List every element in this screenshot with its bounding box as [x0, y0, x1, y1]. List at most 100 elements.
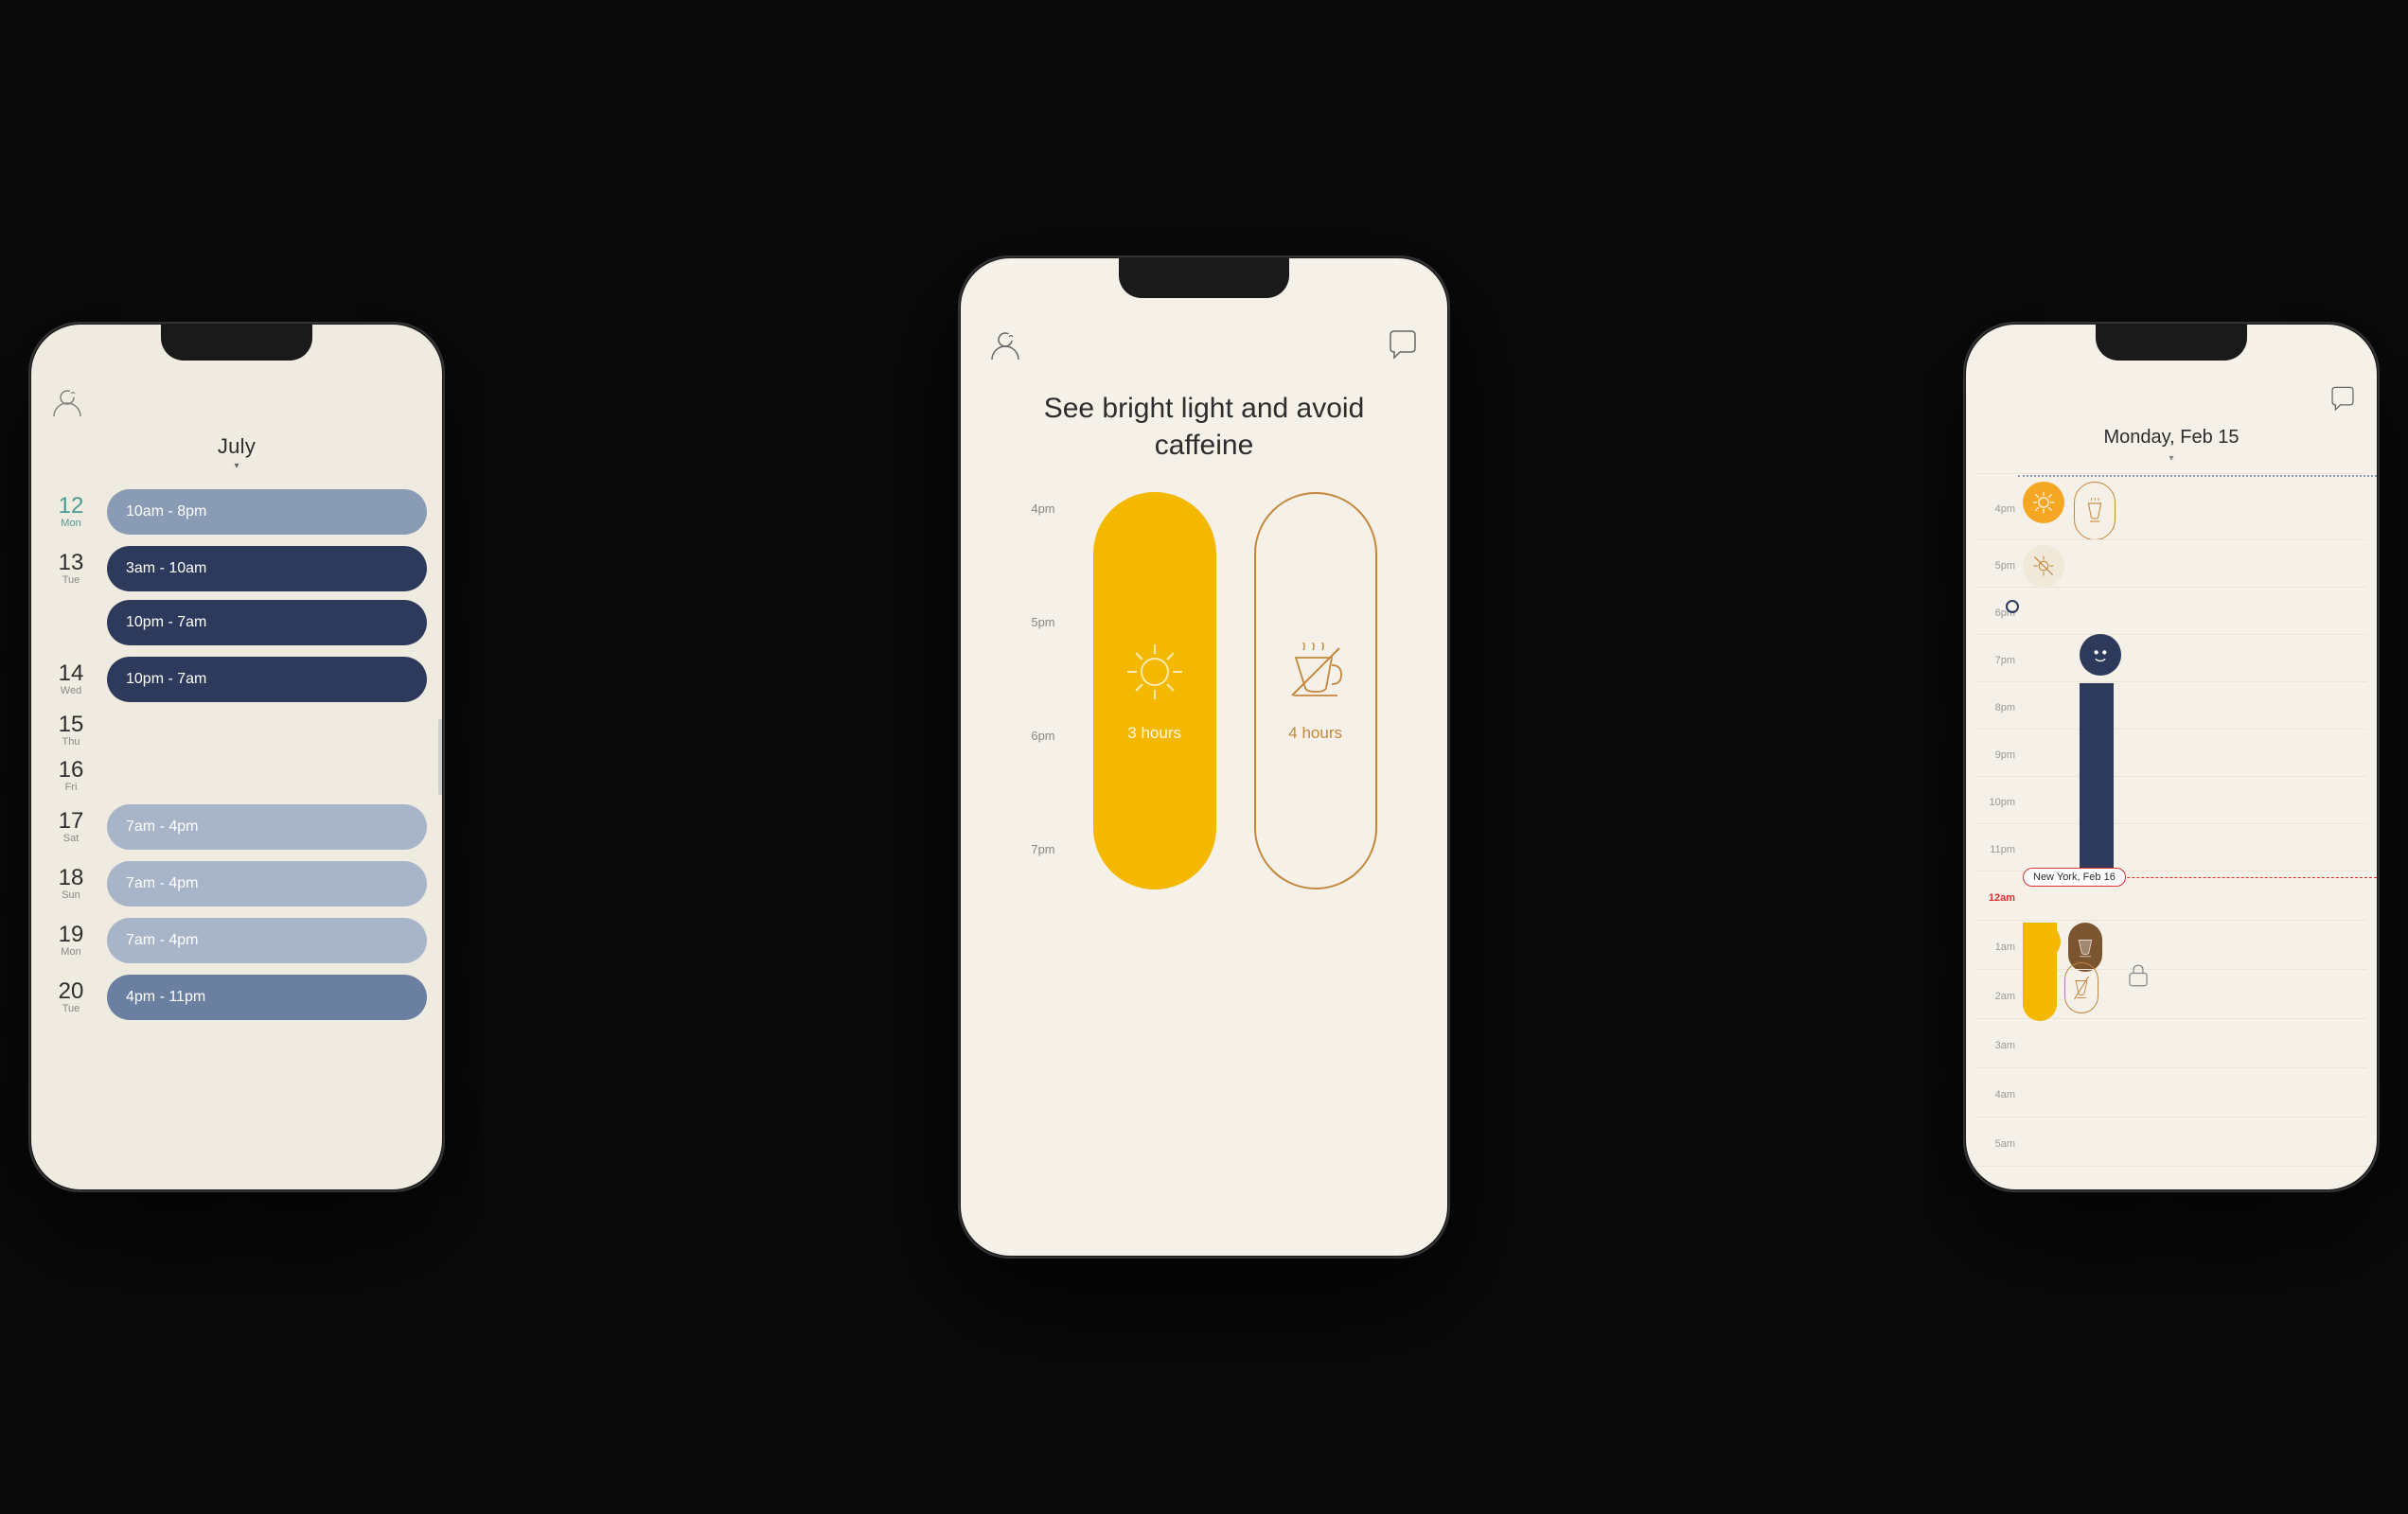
cal-day-label-14: Wed [46, 685, 96, 696]
right-date-chevron[interactable]: ▾ [2169, 453, 2173, 464]
cal-time-19: 7am - 4pm [126, 932, 198, 949]
time-4pm: 4pm [1031, 502, 1054, 615]
rt-time-11pm: 11pm [1975, 840, 2023, 855]
cal-time-13b: 10pm - 7am [126, 614, 206, 631]
right-timeline: 4pm [1966, 473, 2377, 1189]
rt-time-10pm: 10pm [1975, 793, 2023, 808]
rt-time-1am: 1am [1975, 938, 2023, 953]
dotted-line-top [2018, 475, 2377, 477]
chat-icon-right[interactable] [2328, 384, 2358, 414]
cal-row-12[interactable]: 12 Mon 10am - 8pm [31, 484, 442, 540]
cal-day-label-18: Sun [46, 889, 96, 901]
rt-row-7pm: 7pm [1975, 634, 2367, 681]
rt-row-4am: 4am [1975, 1067, 2367, 1117]
cal-date-13: 13 Tue [46, 552, 96, 586]
cal-day-label: Mon [46, 518, 96, 529]
chat-icon[interactable] [1385, 327, 1421, 363]
cal-time-12: 10am - 8pm [126, 503, 206, 520]
month-chevron[interactable]: ▾ [31, 461, 442, 471]
rt-time-7pm: 7pm [1975, 651, 2023, 666]
month-header: July ▾ [31, 425, 442, 476]
rt-row-5am: 5am [1975, 1117, 2367, 1166]
cal-bar-12[interactable]: 10am - 8pm [107, 489, 427, 535]
cal-day-num-17: 17 [46, 810, 96, 833]
cal-day-num-20: 20 [46, 980, 96, 1003]
cal-day-num-14: 14 [46, 662, 96, 685]
avatar-icon [50, 386, 84, 420]
cal-time-17: 7am - 4pm [126, 819, 198, 836]
phone-left: July ▾ 12 Mon 10am - 8pm [28, 322, 445, 1192]
cal-bar-14[interactable]: 10pm - 7am [107, 657, 427, 702]
rt-time-4am: 4am [1975, 1085, 2023, 1100]
cal-day-label-17: Sat [46, 833, 96, 844]
cal-date-17: 17 Sat [46, 810, 96, 844]
cal-day-num-18: 18 [46, 867, 96, 889]
profile-icon[interactable] [987, 327, 1023, 363]
cal-row-13b[interactable]: 10pm - 7am [31, 597, 442, 651]
coffee-pill-label: 4 hours [1288, 724, 1342, 743]
sleep-bar-segment-4 [2080, 825, 2114, 872]
cal-time-18: 7am - 4pm [126, 875, 198, 892]
cal-row-20[interactable]: 20 Tue 4pm - 11pm [31, 969, 442, 1026]
rt-time-4pm: 4pm [1975, 500, 2023, 515]
cal-bar-13b[interactable]: 10pm - 7am [107, 600, 427, 645]
center-title: See bright light and avoid caffeine [961, 371, 1447, 492]
cal-day-num: 12 [46, 495, 96, 518]
cal-day-num-15: 15 [46, 713, 96, 736]
new-york-badge: New York, Feb 16 [2023, 868, 2126, 887]
cal-row-16: 16 Fri [31, 753, 442, 799]
cal-date-12: 12 Mon [46, 495, 96, 529]
rt-time-6am: 6am [1975, 1184, 2023, 1190]
cal-day-num-16: 16 [46, 759, 96, 782]
cal-time-13a: 3am - 10am [126, 560, 206, 577]
notch-left [161, 325, 312, 361]
chart-area: 4pm 5pm 6pm 7pm [961, 492, 1447, 956]
left-content: July ▾ 12 Mon 10am - 8pm [31, 325, 442, 1189]
sleep-face [2080, 634, 2121, 676]
cal-time-14: 10pm - 7am [126, 671, 206, 688]
cal-date-15: 15 Thu [46, 713, 96, 748]
coffee-icon [1283, 639, 1349, 705]
cal-day-label-15: Thu [46, 736, 96, 748]
rt-row-3am: 3am [1975, 1018, 2367, 1067]
sleep-dot [2006, 600, 2019, 613]
scroll-indicator [438, 719, 442, 795]
rt-row-6pm: 6pm [1975, 587, 2367, 634]
notch-center [1119, 258, 1289, 298]
yellow-bar [2023, 923, 2057, 1021]
cal-bar-19[interactable]: 7am - 4pm [107, 918, 427, 963]
cal-bar-18[interactable]: 7am - 4pm [107, 861, 427, 907]
cal-day-label-13: Tue [46, 574, 96, 586]
cal-row-14[interactable]: 14 Wed 10pm - 7am [31, 651, 442, 708]
rt-row-4pm: 4pm [1975, 473, 2367, 539]
sun-icon [1122, 639, 1188, 705]
sun-pill-label: 3 hours [1127, 724, 1181, 743]
cal-row-15: 15 Thu [31, 708, 442, 753]
cal-bar-20[interactable]: 4pm - 11pm [107, 975, 427, 1020]
cal-day-label-16: Fri [46, 782, 96, 793]
cal-row-18[interactable]: 18 Sun 7am - 4pm [31, 855, 442, 912]
cal-row-13a[interactable]: 13 Tue 3am - 10am [31, 540, 442, 597]
rt-time-3am: 3am [1975, 1036, 2023, 1051]
cal-row-17[interactable]: 17 Sat 7am - 4pm [31, 799, 442, 855]
time-5pm: 5pm [1031, 615, 1054, 729]
cal-time-20: 4pm - 11pm [126, 989, 205, 1006]
lock-icon [2127, 962, 2150, 994]
sun-icon-circle [2023, 482, 2064, 523]
sleep-bar-segment-2 [2080, 731, 2114, 778]
coffee-pill: 4 hours [1254, 492, 1377, 889]
cal-date-16: 16 Fri [46, 759, 96, 793]
cal-row-19[interactable]: 19 Mon 7am - 4pm [31, 912, 442, 969]
rt-row-5pm: 5pm [1975, 539, 2367, 587]
center-content: See bright light and avoid caffeine 4pm … [961, 258, 1447, 1256]
rt-row-11pm: 11pm [1975, 823, 2367, 871]
cal-bar-13a[interactable]: 3am - 10am [107, 546, 427, 591]
cal-bar-17[interactable]: 7am - 4pm [107, 804, 427, 850]
no-coffee-rect [2064, 962, 2098, 1013]
rt-row-12am: 12am New York, Feb 16 [1975, 871, 2367, 920]
right-date-header: Monday, Feb 15 ▾ [1966, 422, 2377, 473]
rt-row-8pm: 8pm [1975, 681, 2367, 729]
notch-right [2096, 325, 2247, 361]
rt-time-5pm: 5pm [1975, 556, 2023, 572]
cal-date-19: 19 Mon [46, 924, 96, 958]
